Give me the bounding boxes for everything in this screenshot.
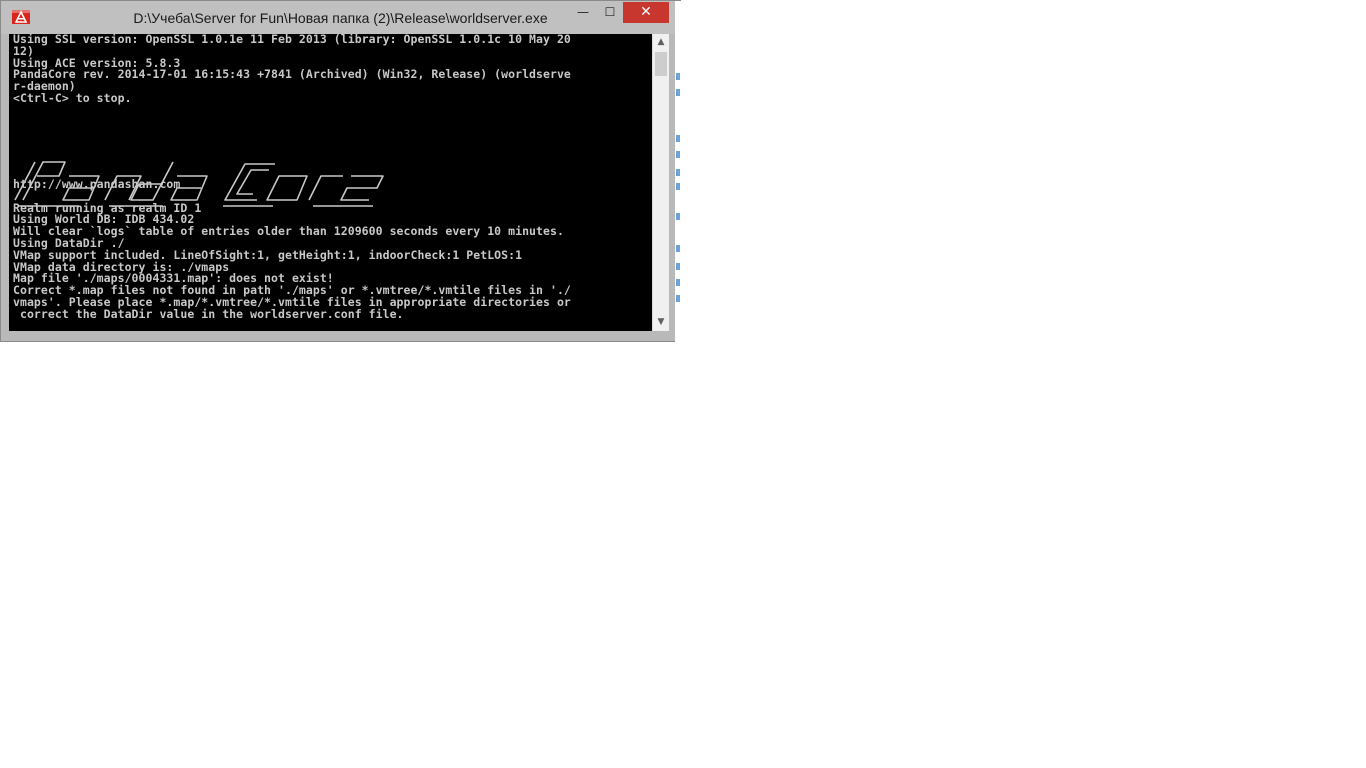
console-window: D:\Учеба\Server for Fun\Новая папка (2)\… <box>0 0 682 343</box>
minimize-button[interactable]: — <box>570 2 596 23</box>
console-output[interactable]: Using SSL version: OpenSSL 1.0.1e 11 Feb… <box>9 34 652 331</box>
background-marker <box>676 135 680 142</box>
background-marker <box>676 169 680 176</box>
console-line: Using SSL version: OpenSSL 1.0.1e 11 Feb… <box>13 34 571 46</box>
console-lines-top: Using SSL version: OpenSSL 1.0.1e 11 Feb… <box>13 34 571 105</box>
title-bar[interactable]: D:\Учеба\Server for Fun\Новая папка (2)\… <box>1 1 680 34</box>
close-button[interactable]: ✕ <box>623 2 669 23</box>
maximize-button[interactable]: ☐ <box>597 2 623 23</box>
background-marker <box>676 183 680 190</box>
background-marker <box>676 245 680 252</box>
background-marker <box>676 89 680 96</box>
background-marker <box>676 279 680 286</box>
vertical-scrollbar[interactable]: ▲ ▼ <box>652 34 669 331</box>
background-marker <box>676 73 680 80</box>
chevron-down-icon: ▼ <box>657 317 665 327</box>
scroll-down-button[interactable]: ▼ <box>653 314 669 331</box>
background-marker <box>676 295 680 302</box>
background-marker <box>676 213 680 220</box>
console-line: <Ctrl-C> to stop. <box>13 90 132 105</box>
background-window-edge <box>675 1 682 343</box>
close-icon: ✕ <box>640 4 652 20</box>
console-lines-bottom: http://www.pandashan.com Realm running as… <box>13 177 571 321</box>
chevron-up-icon: ▲ <box>657 37 665 47</box>
console-line: correct the DataDir value in the worldse… <box>13 306 404 321</box>
background-marker <box>676 151 680 158</box>
console-line: http://www.pandashan.com <box>13 177 181 191</box>
scroll-thumb[interactable] <box>655 52 667 76</box>
scroll-up-button[interactable]: ▲ <box>653 34 669 51</box>
minimize-icon: — <box>577 5 589 19</box>
maximize-icon: ☐ <box>604 5 616 19</box>
console-line: PandaCore rev. 2014-17-01 16:15:43 +7841… <box>13 67 571 82</box>
background-marker <box>676 263 680 270</box>
